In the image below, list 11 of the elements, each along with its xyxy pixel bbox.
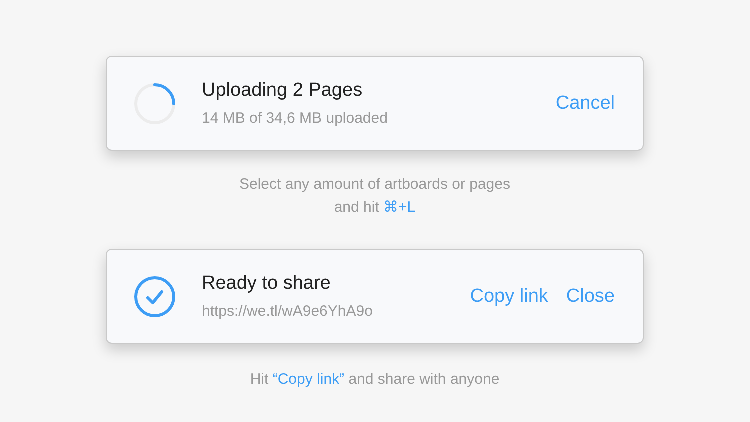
action-link[interactable]: Close bbox=[566, 286, 615, 308]
progress-spinner-icon bbox=[133, 82, 177, 126]
card-title: Uploading 2 Pages bbox=[202, 80, 364, 102]
action-link[interactable]: Copy link bbox=[470, 286, 548, 308]
action-link[interactable]: Cancel bbox=[556, 92, 615, 114]
card-subtitle: 14 MB of 34,6 MB uploaded bbox=[202, 110, 389, 127]
checkmark-circle-icon bbox=[133, 274, 177, 318]
card-title: Ready to share bbox=[202, 273, 332, 295]
hint-text: Select any amount of artboards or pages and hit ⌘+L bbox=[238, 175, 512, 218]
hint-text: Hit “Copy link” and share with anyone bbox=[249, 370, 501, 390]
card-subtitle: https://we.tl/wA9e6YhA9o bbox=[202, 303, 374, 320]
